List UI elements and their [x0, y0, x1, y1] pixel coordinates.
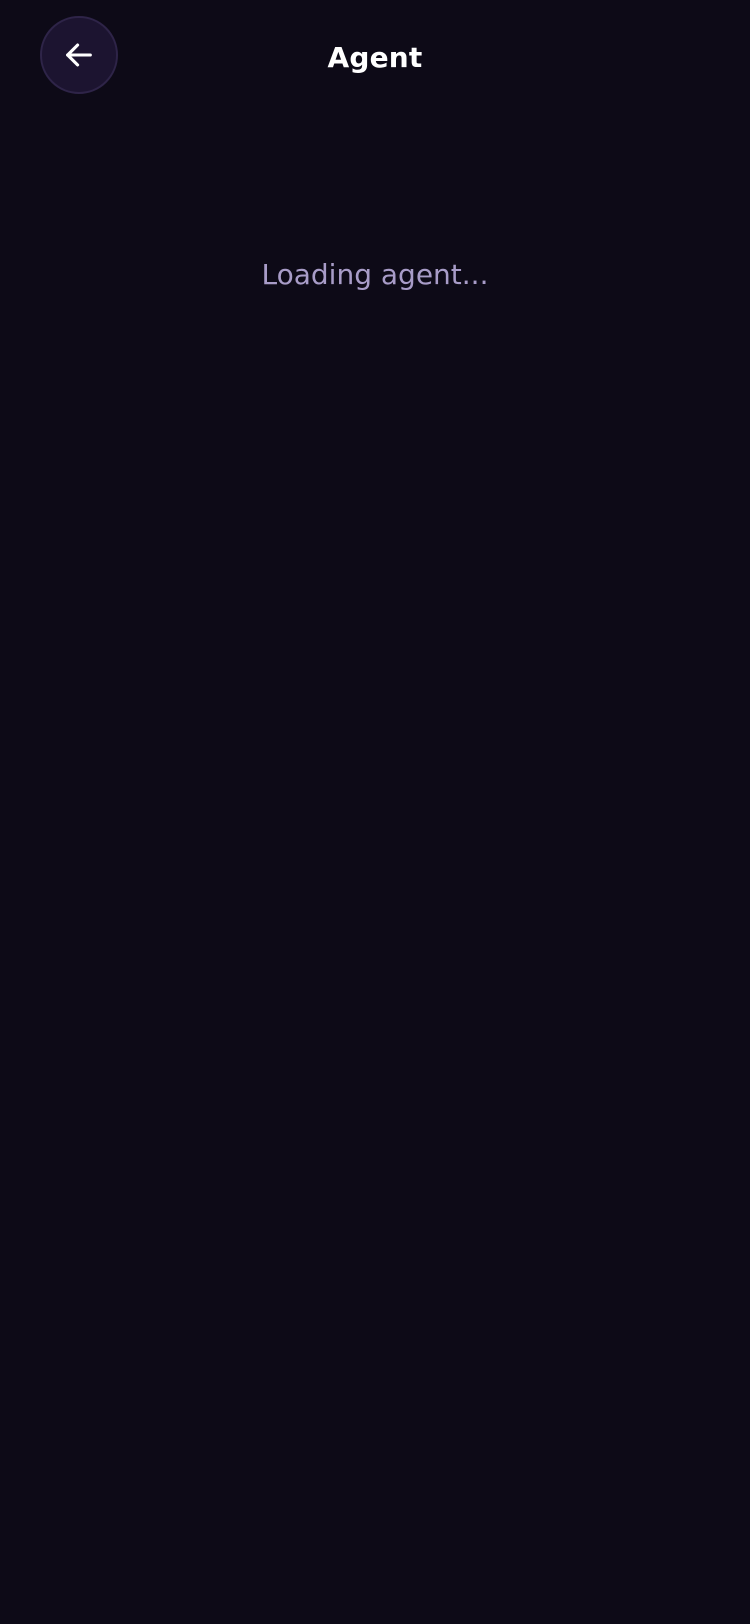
page-title: Agent — [327, 41, 423, 74]
loading-status-text: Loading agent... — [261, 258, 489, 291]
header: Agent — [0, 0, 750, 116]
app-screen: Agent Loading agent... — [0, 0, 750, 1624]
